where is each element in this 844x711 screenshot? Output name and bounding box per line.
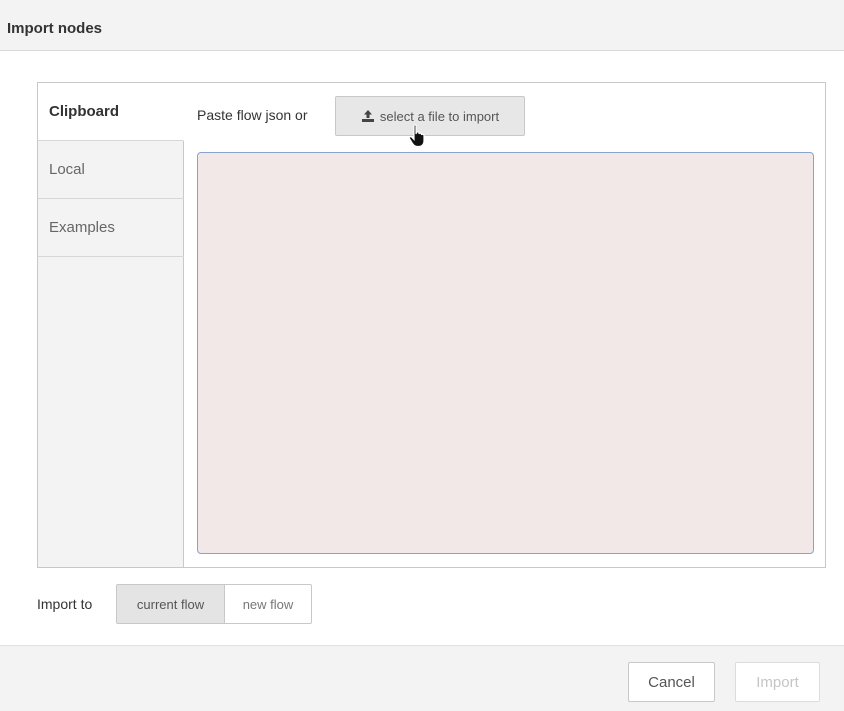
import-new-flow-button[interactable]: new flow	[224, 584, 312, 624]
tab-clipboard[interactable]: Clipboard	[38, 83, 184, 141]
select-file-button[interactable]: select a file to import	[335, 96, 525, 136]
cancel-button[interactable]: Cancel	[628, 662, 715, 702]
dialog-footer: Cancel Import	[0, 645, 844, 711]
import-current-flow-button[interactable]: current flow	[116, 584, 225, 624]
import-button[interactable]: Import	[735, 662, 820, 702]
dialog-titlebar: Import nodes	[0, 0, 844, 51]
flow-json-textarea[interactable]	[197, 152, 814, 554]
upload-icon	[361, 110, 375, 122]
import-to-label: Import to	[37, 596, 93, 612]
tab-examples[interactable]: Examples	[38, 199, 184, 257]
clipboard-pane: Paste flow json or select a file to impo…	[184, 83, 825, 567]
tab-local[interactable]: Local	[38, 141, 184, 199]
dialog-title: Import nodes	[7, 20, 103, 37]
import-panel: Clipboard Local Examples Paste flow json…	[37, 82, 826, 568]
import-tabs: Clipboard Local Examples	[38, 83, 184, 567]
select-file-label: select a file to import	[379, 108, 500, 124]
paste-label: Paste flow json or	[197, 107, 308, 123]
hand-pointer-icon	[408, 124, 430, 153]
